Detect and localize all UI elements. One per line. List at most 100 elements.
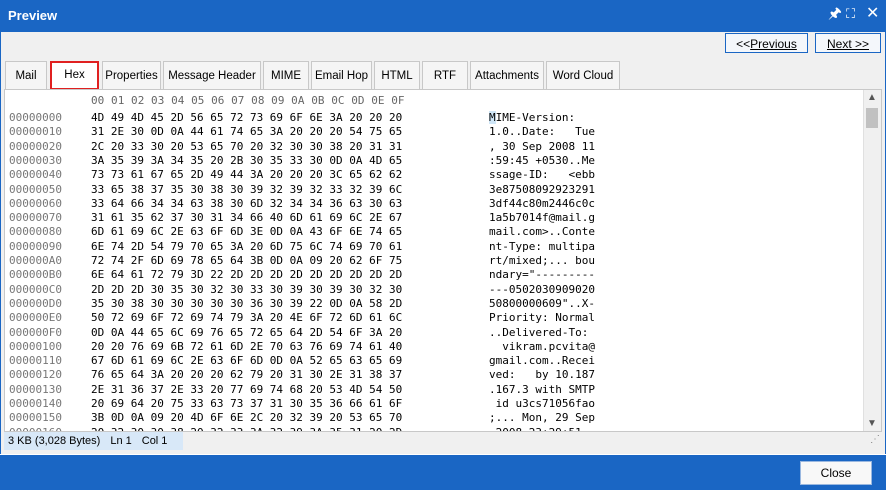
next-button[interactable]: Next >>: [815, 33, 881, 53]
hex-row: 00000150 3B 0D 0A 09 20 4D 6F 6E 2C 20 32…: [5, 411, 855, 424]
row-offset: 00000130: [9, 382, 62, 396]
row-hex-bytes: 4D 49 4D 45 2D 56 65 72 73 69 6F 6E 3A 2…: [91, 111, 403, 124]
resize-grip-icon[interactable]: ⋰: [870, 431, 880, 449]
tab-mail[interactable]: Mail: [5, 61, 47, 90]
text-caret: M: [489, 111, 496, 124]
row-hex-bytes: 67 6D 61 69 6C 2E 63 6F 6D 0D 0A 52 65 6…: [91, 354, 403, 368]
pin-icon[interactable]: 🖈: [828, 4, 842, 24]
hex-row: 00000070 31 61 35 62 37 30 31 34 66 40 6D…: [5, 211, 855, 224]
row-offset: 000000E0: [9, 311, 62, 325]
hex-row: 00000040 73 73 61 67 65 2D 49 44 3A 20 20…: [5, 168, 855, 181]
row-offset: 000000F0: [9, 325, 62, 339]
row-ascii: mail.com>..Conte: [489, 225, 595, 239]
row-offset: 00000140: [9, 397, 62, 410]
row-ascii: ndary="---------: [489, 268, 595, 282]
row-offset: 00000060: [9, 196, 62, 210]
row-ascii: id u3cs71056fao: [489, 397, 595, 410]
row-ascii: nt-Type: multipa: [489, 239, 595, 253]
vertical-scrollbar[interactable]: ▲ ▼: [863, 90, 881, 431]
close-button[interactable]: Close: [800, 461, 872, 485]
restore-icon[interactable]: ⛶: [846, 4, 855, 24]
tab-message-header[interactable]: Message Header: [163, 61, 261, 90]
row-hex-bytes: 6D 61 69 6C 2E 63 6F 6D 3E 0D 0A 43 6F 6…: [91, 225, 403, 239]
row-hex-bytes: 72 74 2F 6D 69 78 65 64 3B 0D 0A 09 20 6…: [91, 254, 403, 267]
scroll-up-icon[interactable]: ▲: [867, 92, 877, 103]
row-ascii: rt/mixed;... bou: [489, 254, 595, 267]
hex-column-header: 00 01 02 03 04 05 06 07 08 09 0A 0B 0C 0…: [91, 94, 405, 107]
row-hex-bytes: 73 73 61 67 65 2D 49 44 3A 20 20 20 3C 6…: [91, 168, 403, 182]
row-hex-bytes: 2C 20 33 30 20 53 65 70 20 32 30 30 38 2…: [91, 139, 403, 153]
tab-word-cloud[interactable]: Word Cloud: [546, 61, 620, 90]
tab-attachments[interactable]: Attachments: [470, 61, 544, 90]
row-offset: 00000010: [9, 125, 62, 139]
row-ascii: ssage-ID: <ebb: [489, 168, 595, 182]
row-hex-bytes: 6E 64 61 72 79 3D 22 2D 2D 2D 2D 2D 2D 2…: [91, 268, 403, 282]
hex-row: 000000B0 6E 64 61 72 79 3D 22 2D 2D 2D 2D…: [5, 268, 855, 281]
hex-row: 00000140 20 69 64 20 75 33 63 73 37 31 30…: [5, 397, 855, 410]
status-info: 3 KB (3,028 Bytes) Ln 1 Col 1: [4, 432, 184, 450]
row-offset: 00000040: [9, 168, 62, 182]
title-bar: Preview 🖈 ⛶ ✕: [0, 0, 886, 32]
row-ascii: :59:45 +0530..Me: [489, 153, 595, 167]
scroll-down-icon[interactable]: ▼: [867, 418, 877, 429]
tab-email-hop[interactable]: Email Hop: [311, 61, 372, 90]
row-offset: 00000020: [9, 139, 62, 153]
close-icon[interactable]: ✕: [866, 4, 879, 24]
hex-row: 00000110 67 6D 61 69 6C 2E 63 6F 6D 0D 0A…: [5, 354, 855, 367]
row-offset: 00000120: [9, 368, 62, 382]
row-ascii: 50800000609"..X-: [489, 296, 595, 310]
row-hex-bytes: 3B 0D 0A 09 20 4D 6F 6E 2C 20 32 39 20 5…: [91, 411, 403, 425]
tab-hex[interactable]: Hex: [50, 61, 99, 90]
row-ascii: ved: by 10.187: [489, 368, 595, 382]
status-file-size: 3 KB (3,028 Bytes): [8, 435, 101, 447]
hex-row: 00000030 3A 35 39 3A 34 35 20 2B 30 35 33…: [5, 154, 855, 167]
hex-row: 00000120 76 65 64 3A 20 20 20 62 79 20 31…: [5, 368, 855, 381]
tab-mime[interactable]: MIME: [263, 61, 309, 90]
row-offset: 00000100: [9, 339, 62, 353]
row-ascii: .167.3 with SMTP: [489, 382, 595, 396]
hex-row: 00000050 33 65 38 37 35 30 38 30 39 32 39…: [5, 183, 855, 196]
row-offset: 00000090: [9, 239, 62, 253]
hex-row: 00000080 6D 61 69 6C 2E 63 6F 6D 3E 0D 0A…: [5, 225, 855, 238]
row-ascii: , 30 Sep 2008 11: [489, 139, 595, 153]
row-offset: 000000A0: [9, 254, 62, 267]
previous-button-label: <<Previous: [736, 37, 797, 51]
hex-row: 000000D0 35 30 38 30 30 30 30 30 36 30 39…: [5, 297, 855, 310]
row-ascii: ---0502030909020: [489, 282, 595, 296]
hex-row: 000000C0 2D 2D 2D 30 35 30 32 30 33 30 39…: [5, 283, 855, 296]
row-hex-bytes: 3A 35 39 3A 34 35 20 2B 30 35 33 30 0D 0…: [91, 153, 403, 167]
hex-row: 000000E0 50 72 69 6F 72 69 74 79 3A 20 4E…: [5, 311, 855, 324]
row-offset: 00000150: [9, 411, 62, 425]
row-hex-bytes: 33 64 66 34 34 63 38 30 6D 32 34 34 36 6…: [91, 196, 403, 210]
tab-properties[interactable]: Properties: [102, 61, 161, 90]
hex-row: 000000F0 0D 0A 44 65 6C 69 76 65 72 65 64…: [5, 326, 855, 339]
hex-row: 00000020 2C 20 33 30 20 53 65 70 20 32 30…: [5, 140, 855, 153]
status-line: Ln 1: [110, 435, 132, 447]
tab-html[interactable]: HTML: [374, 61, 420, 90]
row-offset: 000000D0: [9, 296, 62, 310]
row-hex-bytes: 76 65 64 3A 20 20 20 62 79 20 31 30 2E 3…: [91, 368, 403, 382]
scroll-thumb[interactable]: [866, 108, 878, 128]
row-hex-bytes: 2E 31 36 37 2E 33 20 77 69 74 68 20 53 4…: [91, 382, 403, 396]
status-column: Col 1: [141, 435, 168, 447]
row-offset: 00000030: [9, 153, 62, 167]
row-offset: 00000110: [9, 354, 62, 368]
previous-button[interactable]: <<Previous: [725, 33, 808, 53]
row-ascii: gmail.com..Recei: [489, 354, 595, 368]
row-offset: 00000050: [9, 182, 62, 196]
row-ascii: ..Delivered-To:: [489, 325, 595, 339]
tab-rtf[interactable]: RTF: [422, 61, 468, 90]
row-offset: 00000070: [9, 211, 62, 225]
hex-viewer[interactable]: 00 01 02 03 04 05 06 07 08 09 0A 0B 0C 0…: [4, 89, 882, 432]
hex-row: 00000090 6E 74 2D 54 79 70 65 3A 20 6D 75…: [5, 240, 855, 253]
footer-bar: [0, 455, 886, 490]
row-ascii: MIME-Version:: [489, 111, 595, 124]
hex-row: 00000100 20 20 76 69 6B 72 61 6D 2E 70 63…: [5, 340, 855, 353]
row-ascii: 1.0..Date: Tue: [489, 125, 595, 139]
hex-row: 00000010 31 2E 30 0D 0A 44 61 74 65 3A 20…: [5, 125, 855, 138]
close-button-label: Close: [820, 466, 852, 480]
status-bar: 3 KB (3,028 Bytes) Ln 1 Col 1 ⋰: [4, 432, 882, 450]
row-offset: 000000C0: [9, 282, 62, 296]
row-offset: 00000000: [9, 111, 62, 124]
row-hex-bytes: 31 2E 30 0D 0A 44 61 74 65 3A 20 20 20 5…: [91, 125, 403, 139]
